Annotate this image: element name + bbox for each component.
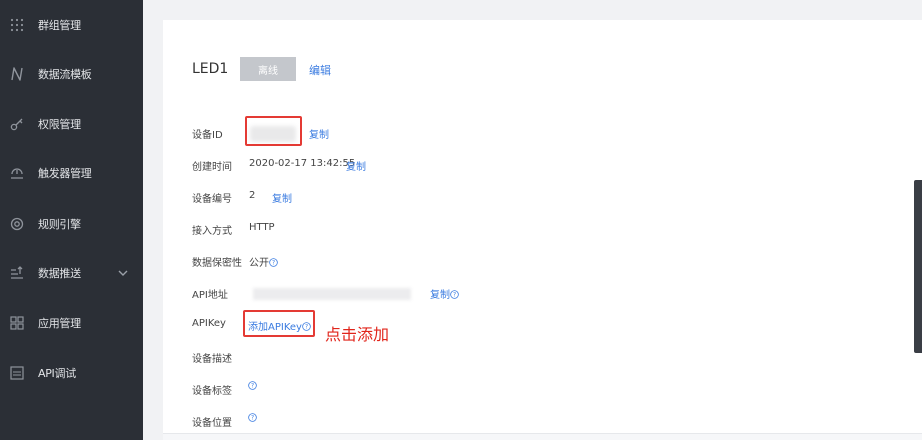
api-address-label: API地址	[192, 290, 228, 301]
device-detail-panel: LED1 离线 编辑 设备ID 复制 创建时间 2020-02-17 13:42…	[163, 20, 922, 440]
copy-created-time-link[interactable]: 复制	[346, 158, 366, 173]
api-address-value-redacted	[253, 288, 411, 300]
data-privacy-text: 公开	[249, 258, 269, 269]
map-preview-strip	[163, 433, 922, 440]
help-circle-icon[interactable]: ?	[269, 258, 278, 267]
right-side-panel-edge[interactable]	[914, 180, 922, 353]
data-privacy-label: 数据保密性	[192, 258, 242, 269]
edit-link[interactable]: 编辑	[309, 62, 331, 78]
help-circle-icon[interactable]: ?	[248, 381, 257, 390]
sidebar: 群组管理 数据流模板 权限管理 触发器管理 规则引擎 数据推送 应用管理 API…	[0, 0, 143, 440]
chevron-down-icon[interactable]	[118, 268, 128, 278]
sidebar-item-label: 权限管理	[38, 118, 81, 131]
help-circle-icon[interactable]: ?	[248, 413, 257, 422]
device-number-value: 2	[249, 190, 256, 201]
copy-device-number-link[interactable]: 复制	[272, 190, 292, 205]
push-icon	[11, 266, 23, 279]
sidebar-item-trigger-management[interactable]: 触发器管理	[0, 148, 143, 198]
flow-n-icon	[11, 67, 23, 81]
svg-text:?: ?	[251, 384, 254, 390]
data-privacy-value: 公开?	[249, 254, 278, 269]
sidebar-item-data-push[interactable]: 数据推送	[0, 248, 143, 298]
grid-icon	[10, 18, 24, 32]
created-time-value: 2020-02-17 13:42:55	[249, 158, 356, 169]
sidebar-item-app-management[interactable]: 应用管理	[0, 298, 143, 348]
apps-icon	[10, 316, 24, 330]
sidebar-item-label: 数据流模板	[38, 68, 92, 81]
key-icon	[10, 118, 23, 131]
sidebar-item-label: 触发器管理	[38, 167, 92, 180]
sidebar-item-label: API调试	[38, 367, 76, 380]
created-time-label: 创建时间	[192, 162, 232, 173]
copy-api-address-text: 复制	[430, 290, 450, 301]
sidebar-item-rule-engine[interactable]: 规则引擎	[0, 199, 143, 249]
svg-text:?: ?	[251, 416, 254, 422]
location-label: 设备位置	[192, 418, 232, 429]
annotation-click-to-add: 点击添加	[325, 325, 390, 344]
device-number-label: 设备编号	[192, 194, 232, 205]
sidebar-item-dataflow-template[interactable]: 数据流模板	[0, 49, 143, 99]
highlight-box-apikey	[243, 310, 315, 337]
sidebar-item-label: 规则引擎	[38, 218, 81, 231]
sidebar-item-label: 应用管理	[38, 317, 81, 330]
device-id-label: 设备ID	[192, 130, 223, 141]
help-circle-icon[interactable]: ?	[450, 290, 459, 299]
sidebar-item-group-management[interactable]: 群组管理	[0, 0, 143, 50]
access-method-label: 接入方式	[192, 226, 232, 237]
api-key-label: APIKey	[192, 318, 226, 329]
sidebar-item-api-debug[interactable]: API调试	[0, 348, 143, 398]
copy-device-id-link[interactable]: 复制	[309, 126, 329, 141]
sidebar-item-label: 群组管理	[38, 19, 81, 32]
status-badge: 离线	[240, 57, 296, 81]
highlight-box-device-id	[245, 116, 302, 146]
device-name: LED1	[192, 61, 229, 77]
trigger-icon	[11, 168, 23, 179]
rule-engine-icon	[10, 217, 24, 231]
svg-text:?: ?	[453, 293, 456, 299]
description-label: 设备描述	[192, 354, 232, 365]
sidebar-item-label: 数据推送	[38, 267, 81, 280]
access-method-value: HTTP	[249, 222, 275, 233]
tags-label: 设备标签	[192, 386, 232, 397]
svg-text:?: ?	[272, 261, 275, 267]
sidebar-item-permission-management[interactable]: 权限管理	[0, 99, 143, 149]
api-icon	[10, 366, 24, 380]
copy-api-address-link[interactable]: 复制?	[430, 286, 459, 301]
